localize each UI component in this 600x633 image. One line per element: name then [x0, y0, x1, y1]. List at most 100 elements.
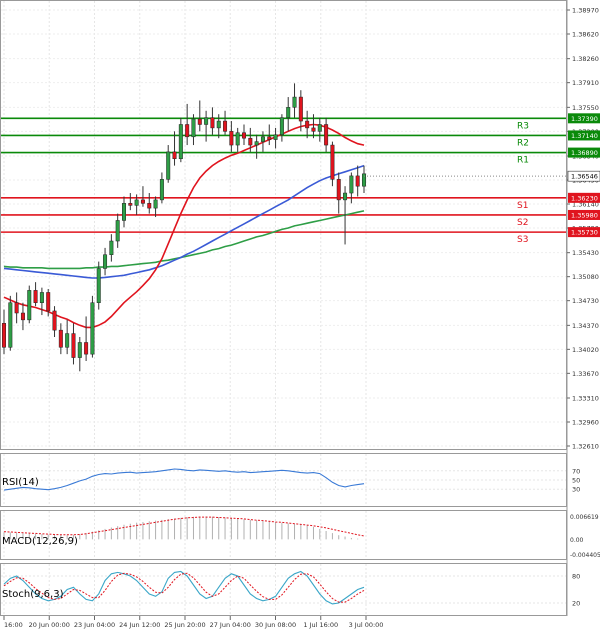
x-tick-label: 24 Jun 12:00: [119, 621, 160, 629]
rsi-tick-label: 70: [572, 467, 580, 475]
candle-body: [71, 333, 76, 358]
candle-body: [33, 290, 38, 303]
candle-body: [128, 203, 133, 206]
candle-body: [349, 175, 354, 194]
candle-body: [254, 141, 259, 146]
x-tick-label: 27 Jun 04:00: [210, 621, 251, 629]
candle-body: [2, 323, 6, 348]
chart-canvas: 1.389701.386201.382601.379101.375501.372…: [0, 0, 600, 629]
x-tick-label: 3 Jul 00:00: [349, 621, 384, 629]
y-tick-label: 1.35430: [572, 249, 599, 257]
candle-body: [20, 312, 25, 321]
candle-body: [260, 136, 265, 142]
x-tick-label: 16:00: [4, 621, 23, 629]
candle-body: [197, 118, 202, 125]
level-name-R2: R2: [517, 138, 529, 148]
y-tick-label: 1.38970: [572, 7, 599, 15]
candle-body: [324, 124, 329, 146]
level-name-R3: R3: [517, 121, 529, 131]
candle-body: [317, 124, 322, 132]
candle-body: [14, 302, 19, 314]
candle-body: [311, 127, 316, 132]
y-tick-label: 1.33670: [572, 370, 599, 378]
rsi-tick-label: 50: [572, 477, 580, 485]
candle-body: [8, 302, 13, 348]
level-name-S2: S2: [517, 218, 528, 228]
candle-body: [77, 342, 82, 358]
macd-tick-label: 0.00: [570, 537, 584, 544]
macd-tick-label: 0.006619: [570, 514, 599, 521]
candle-body: [286, 107, 291, 118]
macd-label: MACD(12,26,9): [2, 536, 78, 547]
candle-body: [109, 240, 114, 255]
candle-body: [84, 342, 89, 355]
candle-body: [204, 117, 209, 125]
candle-body: [27, 290, 32, 321]
rsi-tick-label: 30: [572, 486, 580, 494]
current-price-label: 1.36546: [571, 173, 598, 181]
candle-body: [134, 199, 139, 206]
candle-body: [216, 120, 221, 129]
level-price-label: 1.37390: [571, 115, 598, 123]
candle-body: [166, 151, 171, 180]
x-tick-label: 30 Jun 08:00: [255, 621, 296, 629]
level-name-S3: S3: [517, 235, 528, 245]
x-tick-label: 25 Jun 20:00: [164, 621, 205, 629]
chart-root: 1.389701.386201.382601.379101.375501.372…: [0, 0, 600, 633]
y-tick-label: 1.33310: [572, 395, 599, 403]
macd-tick-label: -0.004405: [570, 552, 600, 559]
candle-body: [355, 175, 360, 187]
x-tick-label: 1 Jul 16:00: [303, 621, 338, 629]
candle-body: [103, 254, 108, 269]
y-tick-label: 1.32960: [572, 419, 599, 427]
candle-body: [90, 302, 95, 355]
y-tick-label: 1.35080: [572, 273, 599, 281]
y-tick-label: 1.32610: [572, 443, 599, 451]
candle-body: [330, 144, 335, 180]
level-price-label: 1.36230: [571, 194, 598, 202]
candle-body: [248, 137, 253, 146]
candle-body: [242, 132, 246, 139]
candle-body: [343, 192, 348, 201]
y-tick-label: 1.34730: [572, 297, 599, 305]
candle-body: [65, 333, 70, 348]
candle-body: [58, 329, 63, 348]
stoch-tick-label: 20: [572, 600, 580, 608]
x-tick-label: 23 Jun 04:00: [74, 621, 115, 629]
candle-body: [46, 292, 51, 312]
pane-macd: [0, 510, 567, 560]
candle-body: [305, 120, 310, 129]
candle-body: [115, 220, 120, 242]
candle-body: [235, 132, 240, 146]
rsi-label: RSI(14): [2, 477, 39, 488]
stoch-tick-label: 80: [572, 573, 580, 581]
x-tick-label: 20 Jun 00:00: [29, 621, 70, 629]
candle-body: [52, 310, 57, 331]
candle-body: [267, 136, 272, 140]
y-tick-label: 1.34370: [572, 322, 599, 330]
candle-body: [122, 203, 126, 221]
candle-body: [298, 96, 303, 122]
candle-body: [191, 118, 196, 138]
candle-body: [172, 151, 177, 160]
level-price-label: 1.36890: [571, 149, 598, 157]
y-tick-label: 1.34020: [572, 346, 599, 354]
candle-body: [178, 124, 183, 160]
candle-body: [147, 203, 152, 209]
candle-body: [273, 134, 278, 140]
pane-main: [0, 0, 567, 450]
candle-body: [185, 124, 190, 138]
level-price-label: 1.37140: [571, 132, 598, 140]
y-tick-label: 1.38260: [572, 55, 599, 63]
stoch-label: Stoch(9,6,3): [2, 589, 64, 600]
candle-body: [292, 96, 297, 108]
candle-body: [223, 120, 228, 132]
level-name-S1: S1: [517, 201, 528, 211]
candle-body: [159, 179, 164, 201]
level-price-label: 1.35980: [571, 211, 598, 219]
y-tick-label: 1.37550: [572, 104, 599, 112]
candle-body: [153, 199, 158, 209]
pane-stoch: [0, 563, 567, 616]
candle-body: [140, 199, 145, 204]
y-tick-label: 1.37910: [572, 79, 599, 87]
